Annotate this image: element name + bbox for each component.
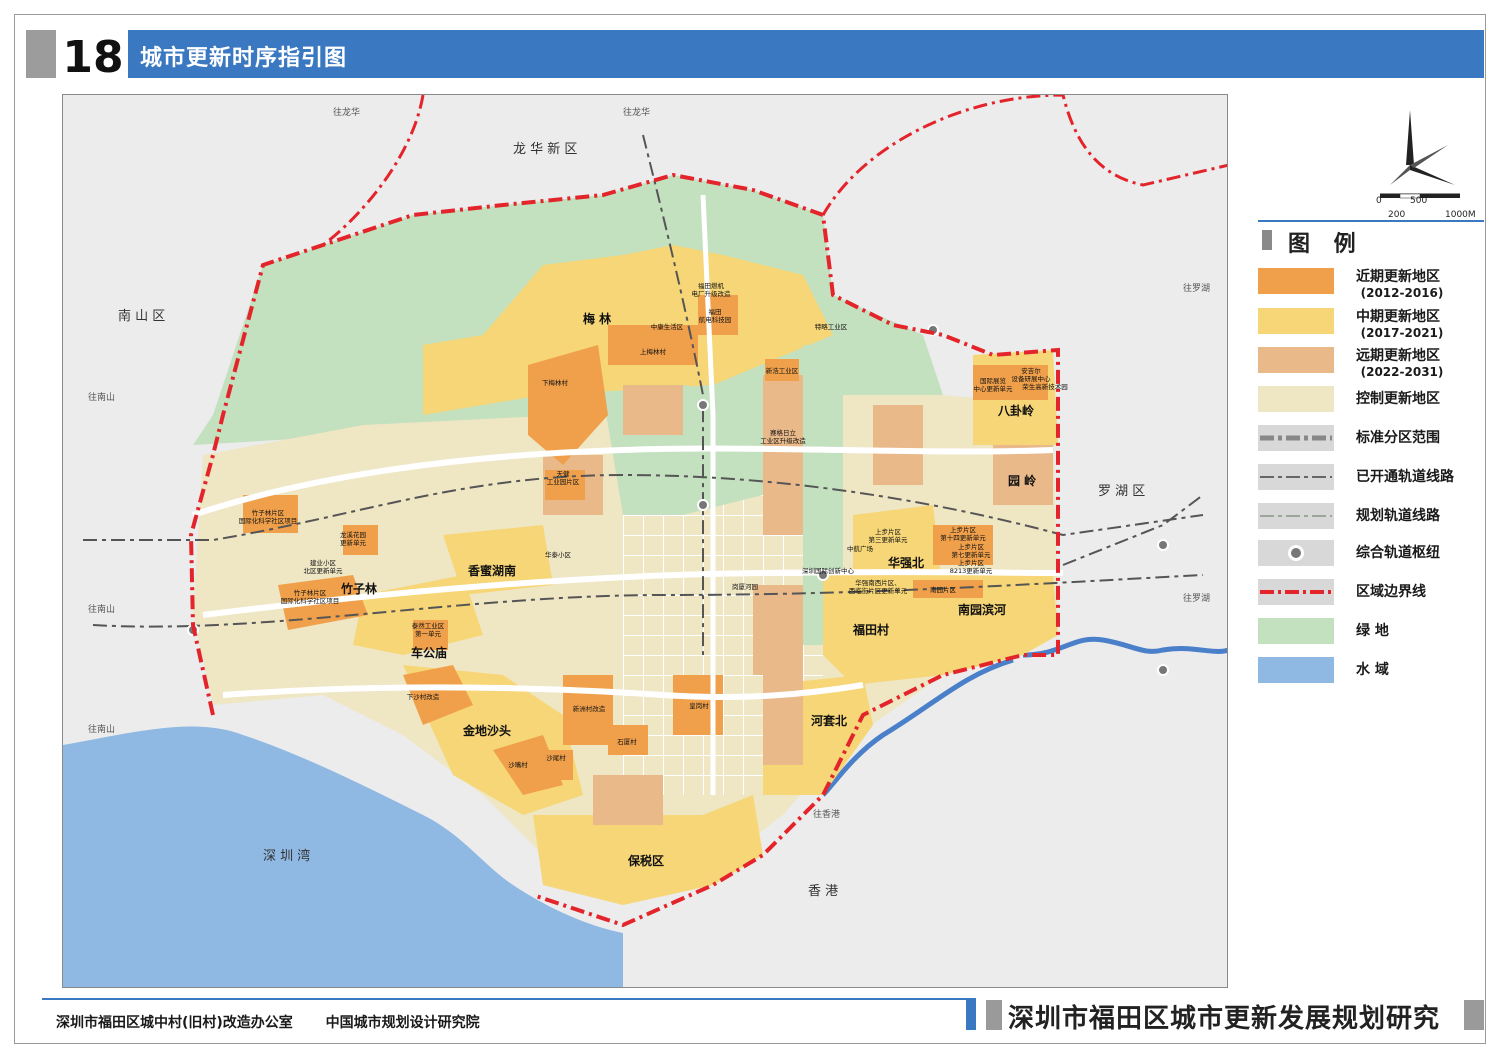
footer-divider [42, 998, 976, 1000]
site-label: 中康生活区 [651, 322, 684, 331]
area-yuanling[interactable]: 园 岭 [1008, 473, 1036, 488]
legend-swatch-rail-plan [1258, 503, 1334, 529]
legend-swatch-green [1258, 618, 1334, 644]
label-hongkong: 香 港 [808, 884, 838, 899]
site-label: 石厦村 [617, 737, 637, 746]
footer-gray-block-left [986, 1000, 1002, 1030]
area-huaqiangbei[interactable]: 华强北 [888, 555, 924, 570]
label-longhua: 龙 华 新 区 [513, 141, 577, 157]
legend-swatch-rail-open [1258, 464, 1334, 490]
scale-mark-200: 200 [1388, 210, 1406, 220]
legend-title-marker [1262, 230, 1272, 250]
legend-item-water[interactable]: 水 域 [1258, 657, 1488, 687]
area-hetaobei[interactable]: 河套北 [810, 713, 847, 728]
dir-to-nanshan-2: 往南山 [88, 603, 115, 615]
site-label: 沙嘴村 [508, 760, 528, 769]
legend-item-far[interactable]: 远期更新地区 (2022-2031) [1258, 347, 1488, 379]
zone-near-shangmeilin [608, 325, 698, 365]
area-bagualing[interactable]: 八卦岭 [997, 403, 1034, 418]
zone-far-5 [763, 675, 803, 765]
site-label: 沙尾村 [546, 753, 566, 762]
site-label: 新浩工业区 [766, 366, 799, 375]
legend-item-mid[interactable]: 中期更新地区 (2017-2021) [1258, 308, 1488, 340]
dir-to-luohu-2: 往罗湖 [1183, 592, 1210, 604]
site-label: 南园片区 [930, 585, 957, 594]
site-label: 深圳国际创新中心 [802, 566, 855, 575]
dir-to-hk: 往香港 [813, 808, 840, 820]
dir-to-longhua-2: 往龙华 [623, 106, 650, 118]
legend-swatch-border [1258, 579, 1334, 605]
site-label: 皇岗村 [689, 701, 709, 710]
area-baoshuiqu[interactable]: 保税区 [627, 853, 664, 868]
legend-swatch-far [1258, 347, 1334, 373]
area-meilin[interactable]: 梅 林 [583, 311, 611, 326]
site-label: 特略工业区 [815, 322, 848, 331]
rail-hub-2[interactable] [697, 499, 709, 511]
dir-to-luohu-1: 往罗湖 [1183, 282, 1210, 294]
scale-mark-1000: 1000M [1445, 210, 1476, 220]
area-zhuzilin[interactable]: 竹子林 [340, 581, 377, 596]
site-label: 中航广场 [847, 544, 874, 553]
legend-title: 图 例 [1288, 232, 1364, 257]
zone-far-6 [593, 775, 663, 825]
zone-far-3 [873, 405, 923, 485]
scale-mark-500: 500 [1410, 196, 1428, 206]
site-label: 龙溪花园更新单元 [340, 530, 367, 547]
footer-org-2: 中国城市规划设计研究院 [325, 1015, 480, 1031]
zone-far-2 [763, 375, 803, 535]
scale-mark-0: 0 [1376, 196, 1382, 206]
site-label: 华泰小区 [545, 550, 572, 559]
dir-to-nanshan-3: 往南山 [88, 723, 115, 735]
header-number: 18 [62, 32, 124, 83]
site-label: 泰然工业区第一单元 [412, 621, 445, 638]
label-luohu: 罗 湖 区 [1098, 484, 1145, 499]
area-nanyuanbinhe[interactable]: 南园滨河 [958, 602, 1006, 617]
legend-swatch-hub [1258, 540, 1334, 566]
site-label: 下梅林村 [542, 378, 569, 387]
legend-swatch-water [1258, 657, 1334, 683]
legend-item-green[interactable]: 绿 地 [1258, 618, 1488, 648]
legend-swatch-std-boundary [1258, 425, 1334, 451]
footer-gray-block-right [1464, 1000, 1484, 1030]
area-xiangmihu[interactable]: 香蜜湖南 [467, 563, 516, 578]
legend-swatch-control [1258, 386, 1334, 412]
area-chegongmiao[interactable]: 车公庙 [411, 645, 447, 660]
site-label: 华强南西片区、西临街片区更新单元 [849, 578, 908, 595]
area-jindishatou[interactable]: 金地沙头 [462, 723, 511, 738]
rail-hub-5[interactable] [1157, 539, 1169, 551]
label-shenzhenwan: 深 圳 湾 [263, 848, 310, 864]
site-label: 下沙村改造 [407, 692, 440, 701]
map-canvas[interactable]: 龙 华 新 区 南 山 区 罗 湖 区 深 圳 湾 香 港 往龙华 往龙华 往南… [63, 95, 1228, 988]
dir-to-nanshan-1: 往南山 [88, 391, 115, 403]
legend-item-rail-plan[interactable]: 规划轨道线路 [1258, 503, 1488, 533]
legend-divider [1258, 220, 1484, 222]
site-label: 岗厦河园 [732, 583, 758, 591]
area-futiancun[interactable]: 福田村 [852, 622, 889, 637]
site-label: 荣生高新技术园 [1022, 382, 1068, 391]
site-label: 上梅林村 [640, 347, 667, 356]
site-label: 新洲村改造 [573, 704, 606, 713]
legend-item-border[interactable]: 区域边界线 [1258, 579, 1488, 609]
legend-item-control[interactable]: 控制更新地区 [1258, 386, 1488, 416]
legend-swatch-near [1258, 268, 1334, 294]
zone-far-4 [753, 585, 803, 675]
legend-item-rail-open[interactable]: 已开通轨道线路 [1258, 464, 1488, 494]
map-panel[interactable]: 龙 华 新 区 南 山 区 罗 湖 区 深 圳 湾 香 港 往龙华 往龙华 往南… [62, 94, 1228, 988]
legend-item-hub[interactable]: 综合轨道枢纽 [1258, 540, 1488, 570]
dir-to-longhua-1: 往龙华 [333, 106, 360, 118]
rail-hub-1[interactable] [697, 399, 709, 411]
page-title: 城市更新时序指引图 [140, 46, 348, 71]
footer-project-title: 深圳市福田区城市更新发展规划研究 [1008, 1004, 1441, 1034]
legend-item-std-boundary[interactable]: 标准分区范围 [1258, 425, 1488, 455]
zone-far-1 [623, 385, 683, 435]
legend-item-near[interactable]: 近期更新地区 (2012-2016) [1258, 268, 1488, 300]
header-gray-block [26, 30, 56, 78]
footer-blue-block [966, 1000, 976, 1030]
footer-org-1: 深圳市福田区城中村(旧村)改造办公室 [56, 1015, 293, 1031]
rail-hub-7[interactable] [1157, 664, 1169, 676]
legend-swatch-mid [1258, 308, 1334, 334]
footer-organizations: 深圳市福田区城中村(旧村)改造办公室 中国城市规划设计研究院 [56, 1012, 508, 1032]
label-nanshan: 南 山 区 [118, 308, 165, 324]
